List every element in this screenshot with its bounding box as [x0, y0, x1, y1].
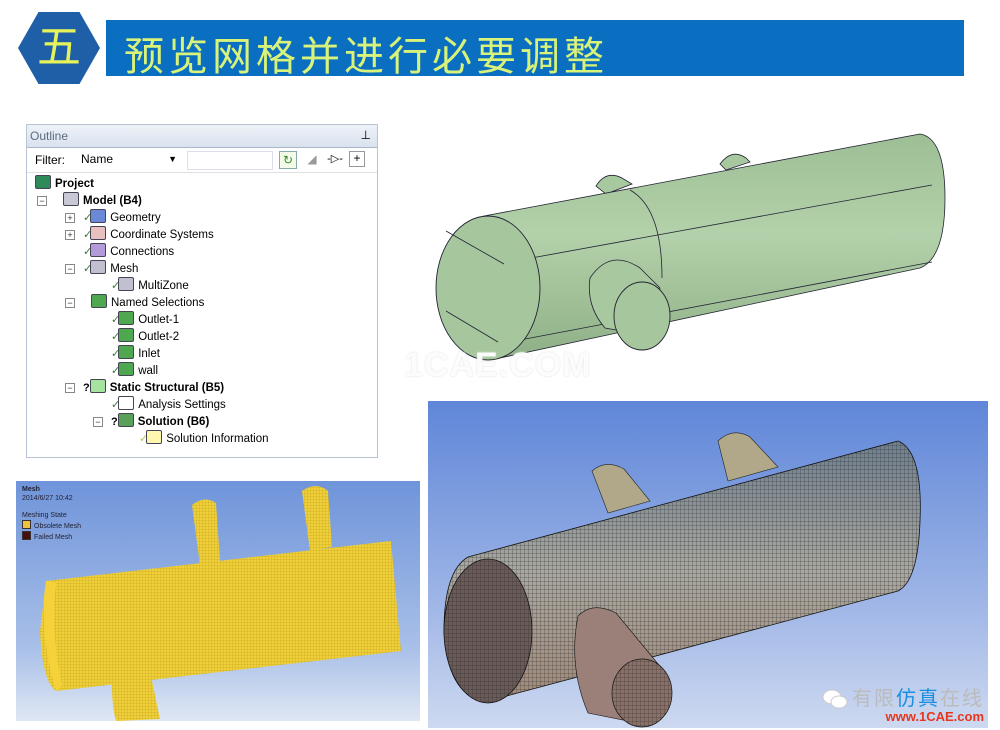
- watermark: 1CAE.COM: [404, 346, 592, 384]
- named-selection-icon: [118, 311, 135, 325]
- collapse-toggle[interactable]: −: [65, 383, 75, 393]
- tree-item-named-selections[interactable]: Named Selections: [91, 294, 204, 310]
- brand-watermark: 有限仿真在线 www.1CAE.com: [822, 682, 984, 724]
- top-pipe-2: [717, 432, 779, 482]
- collapse-toggle[interactable]: −: [93, 417, 103, 427]
- refresh-icon[interactable]: ↻: [279, 151, 297, 169]
- collapse-toggle[interactable]: −: [65, 264, 75, 274]
- cylinder-end-face: [435, 215, 541, 361]
- eraser-icon[interactable]: ◢: [304, 151, 320, 167]
- filter-label: Filter:: [35, 153, 65, 167]
- solution-icon: [117, 413, 134, 427]
- outline-header: Outline ⊥: [27, 125, 377, 148]
- tree-item-static-structural[interactable]: ? Static Structural (B5): [83, 379, 224, 395]
- top-pipe-1: [591, 464, 651, 514]
- filter-search-input[interactable]: [187, 151, 273, 170]
- mesh-icon: [90, 260, 107, 274]
- tree-item-multizone[interactable]: ✓ MultiZone: [111, 277, 189, 293]
- named-selections-icon: [91, 294, 107, 308]
- collapse-toggle[interactable]: −: [37, 196, 47, 206]
- geometry-icon: [90, 209, 107, 223]
- brand-url: www.1CAE.com: [885, 709, 984, 724]
- tree-item-solution[interactable]: ? Solution (B6): [111, 413, 209, 429]
- multizone-icon: [118, 277, 135, 291]
- tree-item-model[interactable]: Model (B4): [63, 192, 142, 208]
- connection-filter-icon[interactable]: -▷-: [327, 151, 343, 167]
- final-mesh-view: 有限仿真在线 www.1CAE.com: [428, 401, 988, 728]
- top-pipe-2: [302, 486, 332, 551]
- collapse-toggle[interactable]: −: [65, 298, 75, 308]
- pin-icon[interactable]: ⊥: [361, 128, 371, 142]
- tree-item-connections[interactable]: ✓ Connections: [83, 243, 174, 259]
- slide-title: 预览网格并进行必要调整: [124, 34, 608, 80]
- tree-item-project[interactable]: Project: [35, 175, 94, 191]
- model-icon: [63, 192, 79, 206]
- tree-item-wall[interactable]: ✓ wall: [111, 362, 158, 378]
- tree-item-solution-information[interactable]: ✓ Solution Information: [139, 430, 269, 446]
- project-icon: [35, 175, 51, 189]
- outline-title: Outline: [30, 129, 69, 143]
- question-status-icon: ?: [111, 416, 118, 428]
- connections-icon: [90, 243, 107, 257]
- main-pipe: [40, 541, 401, 691]
- expand-all-icon[interactable]: +: [349, 151, 365, 167]
- tree-item-outlet-1[interactable]: ✓ Outlet-1: [111, 311, 179, 327]
- named-selection-icon: [118, 362, 135, 376]
- filter-bar: Filter: Name ▼ ↻ ◢ -▷- +: [27, 148, 377, 173]
- filter-select[interactable]: Name ▼: [79, 151, 181, 168]
- title-banner: 预览网格并进行必要调整: [106, 20, 964, 80]
- outline-panel: Outline ⊥ Filter: Name ▼ ↻ ◢ -▷- + Proje…: [26, 124, 378, 458]
- main-cylinder: [461, 133, 946, 359]
- tree-item-geometry[interactable]: ✓ Geometry: [83, 209, 161, 225]
- question-status-icon: ?: [83, 382, 90, 394]
- expand-toggle[interactable]: +: [65, 213, 75, 223]
- tree-item-coordinate-systems[interactable]: ✓ Coordinate Systems: [83, 226, 214, 242]
- coordinate-systems-icon: [90, 226, 107, 240]
- section-number-badge: 五: [18, 12, 100, 84]
- final-mesh-model: [443, 432, 921, 728]
- tree-item-inlet[interactable]: ✓ Inlet: [111, 345, 160, 361]
- solution-information-icon: [146, 430, 163, 444]
- obsolete-mesh-view: Mesh 2014/6/27 10:42 Meshing State Obsol…: [16, 481, 420, 721]
- top-pipe-1: [192, 499, 220, 565]
- tree-item-mesh[interactable]: ✓ Mesh: [83, 260, 138, 276]
- obsolete-mesh-model: [40, 486, 401, 721]
- section-number: 五: [37, 22, 81, 73]
- static-structural-icon: [89, 379, 106, 393]
- tree-item-outlet-2[interactable]: ✓ Outlet-2: [111, 328, 179, 344]
- filter-select-value: Name: [81, 152, 114, 166]
- named-selection-icon: [118, 345, 135, 359]
- wechat-icon: [822, 689, 848, 709]
- expand-toggle[interactable]: +: [65, 230, 75, 240]
- analysis-settings-icon: [118, 396, 135, 410]
- named-selection-icon: [118, 328, 135, 342]
- tree-item-analysis-settings[interactable]: ✓ Analysis Settings: [111, 396, 226, 412]
- chevron-down-icon: ▼: [168, 154, 177, 164]
